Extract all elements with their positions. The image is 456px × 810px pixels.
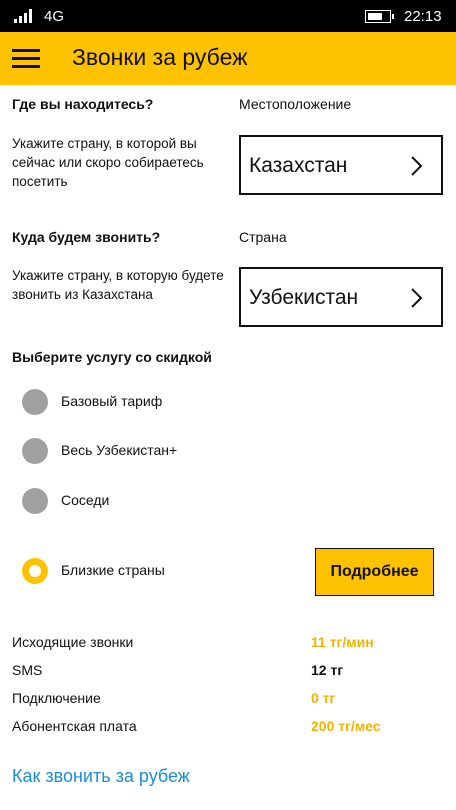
location-field-label: Местоположение — [239, 96, 352, 112]
radio-button-selected[interactable] — [22, 558, 48, 584]
radio-button[interactable] — [22, 389, 48, 415]
battery-icon — [365, 10, 394, 23]
service-option-label: Соседи — [61, 492, 110, 508]
network-type: 4G — [44, 8, 65, 25]
clock: 22:13 — [404, 8, 442, 25]
hamburger-menu-icon[interactable] — [12, 45, 42, 71]
details-button[interactable]: Подробнее — [315, 548, 434, 596]
price-value-sms: 12 тг — [311, 662, 344, 678]
service-option-label: Близкие страны — [61, 562, 165, 578]
location-question: Где вы находитесь? — [12, 96, 154, 112]
how-to-call-abroad-link[interactable]: Как звонить за рубеж — [12, 766, 190, 787]
destination-hint: Укажите страну, в которую будете звонить… — [12, 268, 224, 302]
service-option-label: Весь Узбекистан+ — [61, 442, 178, 458]
chevron-right-icon — [411, 288, 423, 308]
price-label-connection: Подключение — [12, 690, 101, 706]
location-hint: Укажите страну, в которой вы сейчас или … — [12, 136, 204, 189]
price-label-calls: Исходящие звонки — [12, 634, 134, 650]
location-value: Казахстан — [249, 154, 348, 177]
price-label-subscription: Абонентская плата — [12, 718, 137, 734]
destination-selector[interactable]: Узбекистан — [239, 267, 443, 327]
status-bar: 4G 22:13 — [0, 0, 456, 32]
signal-icon — [14, 9, 34, 23]
destination-field-label: Страна — [239, 229, 287, 245]
services-heading: Выберите услугу со скидкой — [12, 349, 212, 365]
service-option-label: Базовый тариф — [61, 393, 163, 409]
chevron-right-icon — [411, 156, 423, 176]
page-title: Звонки за рубеж — [72, 44, 248, 70]
price-value-calls: 11 тг/мин — [311, 634, 374, 650]
location-selector[interactable]: Казахстан — [239, 135, 443, 195]
destination-question: Куда будем звонить? — [12, 229, 161, 245]
price-label-sms: SMS — [12, 662, 43, 678]
destination-value: Узбекистан — [249, 286, 359, 309]
price-value-connection: 0 тг — [311, 690, 336, 706]
app-header: Звонки за рубеж — [0, 32, 456, 85]
radio-button[interactable] — [22, 488, 48, 514]
radio-button[interactable] — [22, 438, 48, 464]
price-value-subscription: 200 тг/мес — [311, 718, 381, 734]
